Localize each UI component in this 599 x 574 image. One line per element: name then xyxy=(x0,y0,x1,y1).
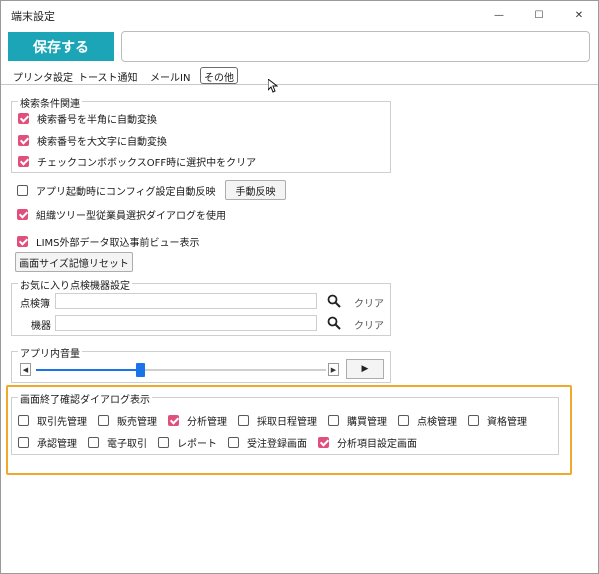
option-uppercase[interactable]: 検索番号を大文字に自動変換 xyxy=(18,133,167,148)
volume-group: アプリ内音量 ◀ ▶ ▶ xyxy=(11,345,391,383)
exit-option-qualification-label: 資格管理 xyxy=(487,417,527,428)
exit-option-analysis-items-label: 分析項目設定画面 xyxy=(337,439,417,450)
search-icon[interactable] xyxy=(327,294,341,308)
exit-option-qualification[interactable]: 資格管理 xyxy=(468,413,527,428)
message-box xyxy=(121,31,590,62)
lims-preview-label: LIMS外部データ取込事前ビュー表示 xyxy=(36,238,200,249)
exit-option-sampling-label: 採取日程管理 xyxy=(257,417,317,428)
exit-option-inspection[interactable]: 点検管理 xyxy=(398,413,457,428)
exit-option-sampling[interactable]: 採取日程管理 xyxy=(238,413,317,428)
exit-option-report[interactable]: レポート xyxy=(158,435,217,450)
checkbox-customer[interactable] xyxy=(18,415,29,426)
equipment-label: 機器 xyxy=(31,321,51,332)
inspection-book-label: 点検簿 xyxy=(20,299,50,310)
checkbox-e-transaction[interactable] xyxy=(88,437,99,448)
tab-mail-in[interactable]: メールIN xyxy=(145,68,195,85)
minimize-icon: — xyxy=(494,9,504,21)
exit-option-e-transaction-label: 電子取引 xyxy=(107,439,147,450)
title-bar: 端末設定 — ☐ ✕ xyxy=(1,1,598,29)
option-clear-selection-label: チェックコンボボックスOFF時に選択中をクリア xyxy=(37,158,257,169)
close-icon: ✕ xyxy=(574,9,584,21)
equipment-clear-button[interactable]: クリア xyxy=(354,317,384,332)
mouse-cursor-icon xyxy=(268,79,278,93)
screen-size-reset-button[interactable]: 画面サイズ記憶リセット xyxy=(15,252,133,272)
search-icon[interactable] xyxy=(327,316,341,330)
favorites-group: お気に入り点検機器設定 点検簿 クリア 機器 クリア xyxy=(11,277,391,336)
volume-slider-fill xyxy=(36,369,141,371)
maximize-icon: ☐ xyxy=(534,9,544,21)
option-clear-selection[interactable]: チェックコンボボックスOFF時に選択中をクリア xyxy=(18,154,256,169)
checkbox-report[interactable] xyxy=(158,437,169,448)
arrow-left-icon: ◀ xyxy=(22,365,29,374)
search-conditions-title: 検索条件関連 xyxy=(18,95,82,110)
minimize-button[interactable]: — xyxy=(479,1,519,29)
settings-window: 端末設定 — ☐ ✕ 保存する プリンタ設定 トースト通知 メールIN その他 … xyxy=(0,0,599,574)
play-icon: ▶ xyxy=(361,364,369,374)
exit-option-purchasing-label: 購買管理 xyxy=(347,417,387,428)
checkbox-order-entry[interactable] xyxy=(228,437,239,448)
exit-option-customer[interactable]: 取引先管理 xyxy=(18,413,87,428)
volume-increase-button[interactable]: ▶ xyxy=(328,363,339,376)
checkbox-halfwidth[interactable] xyxy=(18,113,29,124)
tab-other[interactable]: その他 xyxy=(200,67,238,84)
exit-option-analysis-label: 分析管理 xyxy=(187,417,227,428)
checkbox-inspection[interactable] xyxy=(398,415,409,426)
play-sound-button[interactable]: ▶ xyxy=(346,359,384,379)
volume-slider-thumb[interactable] xyxy=(135,363,145,377)
window-title: 端末設定 xyxy=(11,10,55,23)
checkbox-clear-selection[interactable] xyxy=(18,156,29,167)
volume-decrease-button[interactable]: ◀ xyxy=(20,363,31,376)
checkbox-sampling[interactable] xyxy=(238,415,249,426)
tab-printer[interactable]: プリンタ設定 xyxy=(8,68,78,85)
tab-toast[interactable]: トースト通知 xyxy=(73,68,143,85)
lims-preview-option[interactable]: LIMS外部データ取込事前ビュー表示 xyxy=(17,234,200,249)
config-reflect-option[interactable]: アプリ起動時にコンフィグ設定自動反映 xyxy=(17,183,216,198)
exit-dialog-group: 画面終了確認ダイアログ表示 取引先管理 販売管理 分析管理 採取日程管理 購買管… xyxy=(11,391,559,455)
org-tree-option[interactable]: 組織ツリー型従業員選択ダイアログを使用 xyxy=(17,207,226,222)
favorites-title: お気に入り点検機器設定 xyxy=(18,277,132,292)
exit-option-inspection-label: 点検管理 xyxy=(417,417,457,428)
exit-dialog-title: 画面終了確認ダイアログ表示 xyxy=(18,391,152,406)
exit-option-approval[interactable]: 承認管理 xyxy=(18,435,77,450)
search-conditions-group: 検索条件関連 検索番号を半角に自動変換 検索番号を大文字に自動変換 チェックコン… xyxy=(11,95,391,173)
checkbox-qualification[interactable] xyxy=(468,415,479,426)
exit-option-report-label: レポート xyxy=(177,439,217,450)
org-tree-label: 組織ツリー型従業員選択ダイアログを使用 xyxy=(36,211,226,222)
exit-option-approval-label: 承認管理 xyxy=(37,439,77,450)
checkbox-analysis[interactable] xyxy=(168,415,179,426)
checkbox-config-reflect[interactable] xyxy=(17,185,28,196)
inspection-book-clear-button[interactable]: クリア xyxy=(354,295,384,310)
close-button[interactable]: ✕ xyxy=(559,1,599,29)
checkbox-lims-preview[interactable] xyxy=(17,236,28,247)
exit-option-analysis-items[interactable]: 分析項目設定画面 xyxy=(318,435,417,450)
exit-option-order-entry-label: 受注登録画面 xyxy=(247,439,307,450)
exit-option-e-transaction[interactable]: 電子取引 xyxy=(88,435,147,450)
exit-option-order-entry[interactable]: 受注登録画面 xyxy=(228,435,307,450)
checkbox-approval[interactable] xyxy=(18,437,29,448)
exit-option-analysis[interactable]: 分析管理 xyxy=(168,413,227,428)
exit-option-purchasing[interactable]: 購買管理 xyxy=(328,413,387,428)
option-uppercase-label: 検索番号を大文字に自動変換 xyxy=(37,137,167,148)
checkbox-analysis-items[interactable] xyxy=(318,437,329,448)
checkbox-purchasing[interactable] xyxy=(328,415,339,426)
save-button[interactable]: 保存する xyxy=(8,32,114,61)
inspection-book-input[interactable] xyxy=(55,293,317,309)
checkbox-sales[interactable] xyxy=(98,415,109,426)
checkbox-org-tree[interactable] xyxy=(17,209,28,220)
manual-reflect-button[interactable]: 手動反映 xyxy=(225,180,286,200)
exit-option-customer-label: 取引先管理 xyxy=(37,417,87,428)
arrow-right-icon: ▶ xyxy=(330,365,337,374)
exit-option-sales-label: 販売管理 xyxy=(117,417,157,428)
option-halfwidth[interactable]: 検索番号を半角に自動変換 xyxy=(18,111,157,126)
maximize-button[interactable]: ☐ xyxy=(519,1,559,29)
option-halfwidth-label: 検索番号を半角に自動変換 xyxy=(37,115,157,126)
tab-bar: プリンタ設定 トースト通知 メールIN その他 xyxy=(1,65,598,85)
equipment-input[interactable] xyxy=(55,315,317,331)
checkbox-uppercase[interactable] xyxy=(18,135,29,146)
volume-title: アプリ内音量 xyxy=(18,345,82,360)
toolbar: 保存する xyxy=(1,29,598,65)
exit-option-sales[interactable]: 販売管理 xyxy=(98,413,157,428)
config-reflect-label: アプリ起動時にコンフィグ設定自動反映 xyxy=(36,187,216,198)
